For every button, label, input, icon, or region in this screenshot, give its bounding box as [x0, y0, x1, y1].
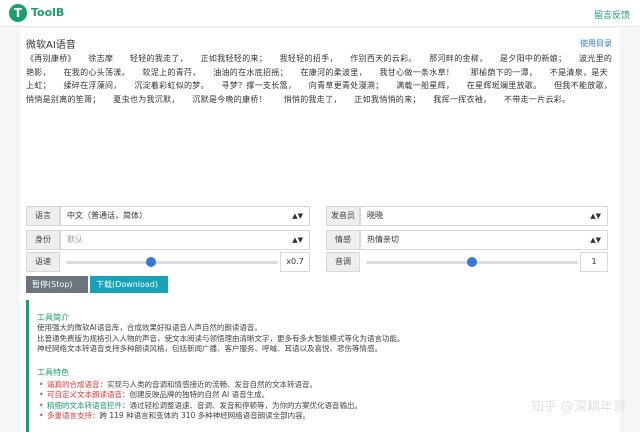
emotion-value: 热情亲切: [367, 235, 399, 244]
voice-row: 发音员 晓晓 ▲▼: [326, 206, 608, 226]
emotion-select[interactable]: 热情亲切 ▲▼: [360, 230, 608, 250]
feedback-link[interactable]: 留言反馈: [594, 8, 630, 21]
intro-line: 使用强大的微软AI语音库，合成效果好拟语音人声自然的朗读语音。: [37, 323, 262, 332]
identity-select[interactable]: 默认 ▲▼: [60, 230, 310, 250]
chevron-down-icon: ▲▼: [590, 212, 601, 220]
chevron-down-icon: ▲▼: [292, 236, 303, 244]
language-row: 语言 中文（普通话，简体） ▲▼: [26, 206, 310, 226]
language-select[interactable]: 中文（普通话，简体） ▲▼: [60, 206, 310, 226]
language-label: 语言: [26, 206, 60, 226]
identity-label: 身份: [26, 230, 60, 250]
top-bar: T ToolB 留言反馈: [0, 0, 640, 27]
chevron-down-icon: ▲▼: [292, 212, 303, 220]
language-value: 中文（普通话，简体）: [67, 211, 147, 220]
speed-row: 语速 x0.7: [26, 252, 310, 272]
identity-row: 身份 默认 ▲▼: [26, 230, 310, 250]
voice-value: 晓晓: [367, 211, 383, 220]
identity-value: 默认: [67, 235, 83, 244]
emotion-label: 情感: [326, 230, 360, 250]
pitch-slider-thumb[interactable]: [467, 257, 477, 267]
pitch-row: 音调 1: [326, 252, 608, 272]
app-name[interactable]: ToolB: [31, 6, 64, 19]
speed-slider-thumb[interactable]: [145, 257, 156, 267]
pitch-label: 音调: [326, 252, 360, 272]
intro-line: 神经网络文本转语音支持多种朗读风格，包括新闻广播、客户服务、呼喊、耳语以及喜悦、…: [37, 344, 382, 353]
stop-button[interactable]: 暂停(Stop) ⦿: [26, 276, 88, 306]
app-logo[interactable]: T: [9, 4, 27, 22]
speed-slider[interactable]: [66, 261, 278, 264]
text-input[interactable]: 《再别康桥》 徐志摩 轻轻的我走了， 正如我轻轻的来； 我轻轻的招手， 作别西天…: [26, 52, 614, 222]
watermark: 知乎 @深耦年哥: [530, 400, 626, 415]
emotion-row: 情感 热情亲切 ▲▼: [326, 230, 608, 250]
intro-line: 比普通免费版为规格引入人物的声音，使文本阅读与领悟理由清晰文字，更多有多大智能模…: [37, 333, 405, 343]
page-title: 微软AI语音: [26, 40, 76, 51]
voice-select[interactable]: 晓晓 ▲▼: [360, 206, 608, 226]
intro-title: 工具简介: [37, 313, 69, 322]
catalog-link[interactable]: 使用目录: [580, 38, 612, 49]
chevron-down-icon: ▲▼: [590, 236, 601, 244]
feature-item: 逼真的合成语音：实现与人类的音调和情感接近的流畅、发音自然的文本转语音。: [37, 380, 620, 391]
features-title: 工具特色: [37, 367, 69, 377]
pitch-value: 1: [580, 252, 608, 272]
speed-value: x0.7: [280, 252, 310, 272]
download-button[interactable]: 下载(Download) ⇪: [90, 276, 168, 306]
speed-label: 语速: [26, 252, 60, 272]
voice-label: 发音员: [326, 206, 360, 226]
